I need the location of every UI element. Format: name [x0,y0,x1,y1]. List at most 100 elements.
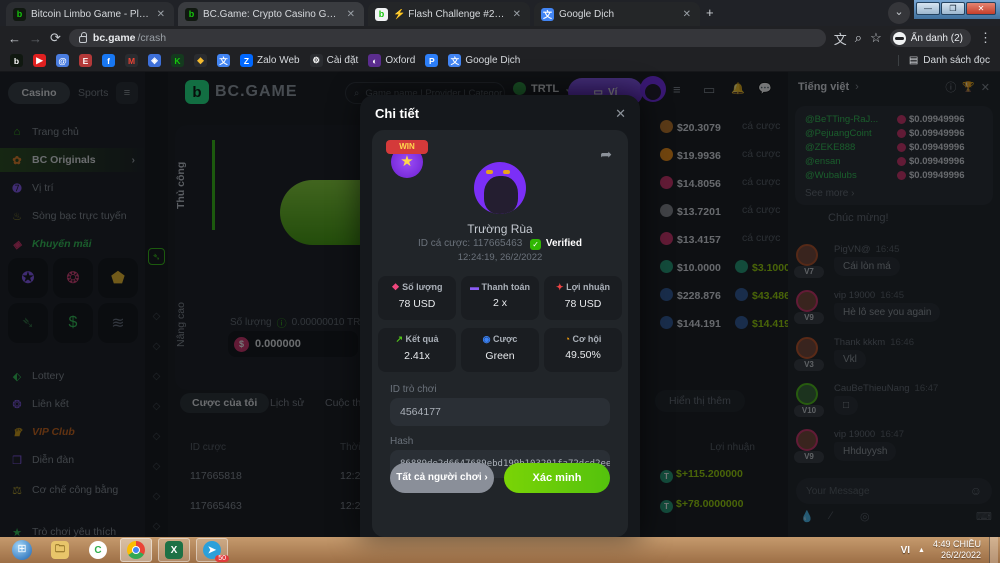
coccoc-icon: C [89,541,107,559]
bookmark-icon: K [171,54,184,67]
taskbar-explorer[interactable]: 🗀 [44,538,76,562]
new-tab-button[interactable]: + [706,5,714,20]
verify-button[interactable]: Xác minh [504,463,610,493]
forward-icon[interactable]: → [29,31,42,46]
stat-profit: ✦ Lợi nhuận 78 USD [544,276,622,320]
translate-icon: 文 [448,54,461,67]
bookmark-label: Cài đặt [327,55,359,66]
bookmark-item[interactable]: ▶ [33,54,46,67]
reading-list-button[interactable]: ▤Danh sách đọc [898,55,990,66]
zoom-icon[interactable]: ⌕ [855,30,862,46]
amount-icon: ❖ [391,282,399,292]
bookmark-label: Google Dịch [465,55,520,66]
stat-payout: ▬ Thanh toán 2 x [461,276,539,320]
player-name: Trường Rùa [372,222,628,236]
tray-expand-icon[interactable]: ▲ [918,547,925,554]
maximize-button[interactable]: ❐ [941,2,965,15]
modal-close-icon[interactable]: ✕ [615,106,626,122]
folder-icon: 🗀 [51,541,69,559]
tab-title: Bitcoin Limbo Game - Play Limbo [31,9,150,20]
start-button[interactable]: ⊞ [6,538,38,562]
stat-bet: ◉ Cược Green [461,328,539,372]
game-id-field[interactable]: 4564177 [390,398,610,426]
translate-icon[interactable]: 文 [834,29,847,48]
bookmark-item-zalo[interactable]: ZZalo Web [240,54,300,67]
tab-close-icon[interactable]: ✕ [345,9,357,20]
bookmark-item[interactable]: f [102,54,115,67]
bet-id-row: ID cá cược: 117665463 ✓ Verified [372,238,628,250]
verified-label: Verified [546,238,582,249]
reading-list-icon: ▤ [909,55,918,66]
hash-label: Hash [390,436,413,447]
verified-shield-icon: ✓ [530,239,541,250]
taskbar-telegram[interactable]: ➤50 [196,538,228,562]
show-desktop-button[interactable] [989,537,998,563]
incognito-label: Ẩn danh (2) [911,33,963,44]
tab-close-icon[interactable]: ✕ [681,9,693,20]
taskbar-chrome[interactable] [120,538,152,562]
bookmark-icon: M [125,54,138,67]
tab-favicon: b [185,8,198,21]
bookmark-item[interactable]: ◈ [148,54,161,67]
tab-google-dich[interactable]: 文 Google Dịch ✕ [534,2,700,26]
screen: b Bitcoin Limbo Game - Play Limbo ✕ b BC… [0,0,1000,563]
tab-flash-challenge[interactable]: b ⚡ Flash Challenge #2 ⚡ - Flash Ch ✕ [368,2,530,26]
stat-amount: ❖ Số lượng 78 USD [378,276,456,320]
tab-bcgame-active[interactable]: b BC.Game: Crypto Casino Games ✕ [178,2,364,26]
bet-id-value: 117665463 [473,238,522,249]
bet-timestamp: 12:24:19, 26/2/2022 [372,252,628,263]
menu-dots-icon[interactable]: ⋮ [979,30,992,46]
clock-time: 4:49 CHIỀU [933,539,981,550]
tab-search-chevron-icon[interactable]: ⌄ [888,2,910,24]
taskbar-coccoc[interactable]: C [82,538,114,562]
bookmark-item[interactable]: 文 [217,54,230,67]
bookmark-icon: P [425,54,438,67]
tab-title: Google Dịch [559,9,676,20]
modal-card: WIN ★ ➦ Trường Rùa ID cá cược: 117665463… [372,130,628,537]
notification-badge: 50 [215,555,229,562]
tab-title: BC.Game: Crypto Casino Games [203,9,340,20]
bookmark-star-icon[interactable]: ☆ [870,30,882,46]
bookmark-item[interactable]: E [79,54,92,67]
address-bar: ← → ⟳ bc.game/crash 文 ⌕ ☆ Ẩn danh (2) ⋮ [0,26,1000,50]
bookmark-icon: ◈ [148,54,161,67]
bookmark-item[interactable]: K [171,54,184,67]
incognito-badge[interactable]: Ẩn danh (2) [890,29,971,47]
close-window-button[interactable]: ✕ [966,2,996,15]
taskbar: ⊞ 🗀 C X ➤50 VI ▲ 4:49 CHIỀU 26/2/2022 [0,537,1000,563]
bet-icon: ◉ [483,334,491,344]
tab-close-icon[interactable]: ✕ [511,9,523,20]
game-id-label: ID trò chơi [390,384,437,395]
reload-icon[interactable]: ⟳ [50,30,61,46]
taskbar-clock[interactable]: 4:49 CHIỀU 26/2/2022 [933,539,981,561]
bookmark-item-google-dich[interactable]: 文 Google Dịch [448,54,520,67]
url-input[interactable]: bc.game/crash [69,29,826,47]
incognito-icon [893,32,906,45]
player-avatar[interactable] [474,162,526,214]
tab-title: ⚡ Flash Challenge #2 ⚡ - Flash Ch [393,9,506,20]
bookmark-icon: ▶ [33,54,46,67]
tab-limbo[interactable]: b Bitcoin Limbo Game - Play Limbo ✕ [6,2,174,26]
back-icon[interactable]: ← [8,31,21,46]
all-players-button[interactable]: Tất cả người chơi › [390,463,494,493]
taskbar-excel[interactable]: X [158,538,190,562]
tab-close-icon[interactable]: ✕ [155,9,167,20]
stat-result: ↗ Kết quả 2.41x [378,328,456,372]
bookmark-item-oxford[interactable]: ◐Oxford [368,54,415,67]
url-host: bc.game [93,32,136,44]
minimize-button[interactable]: — [916,2,940,15]
url-path: /crash [138,32,167,44]
result-icon: ↗ [395,334,403,344]
gear-icon: ⚙ [310,54,323,67]
bookmark-item[interactable]: ◆ [194,54,207,67]
bookmark-item[interactable]: b [10,54,23,67]
bookmark-item-settings[interactable]: ⚙ Cài đặt [310,54,359,67]
share-icon[interactable]: ➦ [600,146,612,163]
payout-icon: ▬ [470,282,479,292]
tab-strip: b Bitcoin Limbo Game - Play Limbo ✕ b BC… [0,0,1000,26]
bookmark-item[interactable]: @ [56,54,69,67]
bookmark-icon: f [102,54,115,67]
language-indicator[interactable]: VI [901,545,910,556]
bookmark-item[interactable]: M [125,54,138,67]
bookmark-item[interactable]: P [425,54,438,67]
